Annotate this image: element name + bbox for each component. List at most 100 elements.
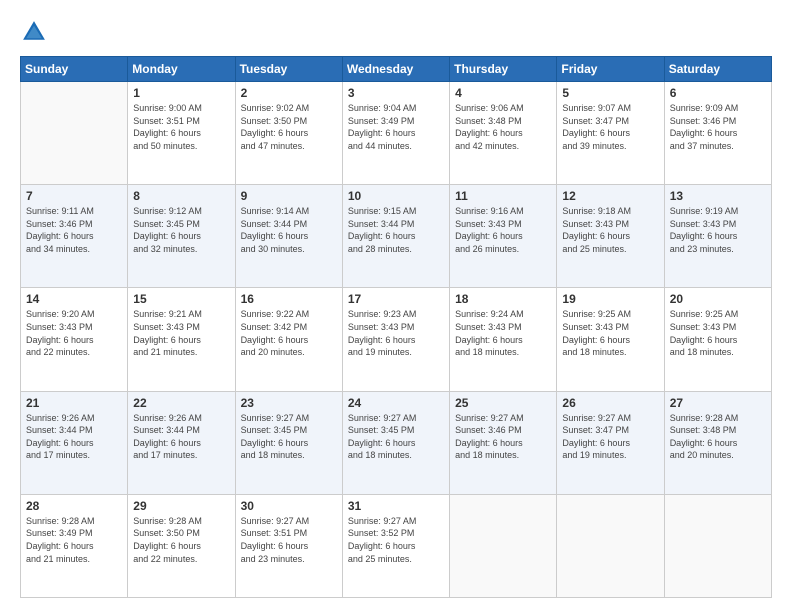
day-info: Sunrise: 9:25 AM Sunset: 3:43 PM Dayligh… [670, 308, 766, 358]
calendar-week-row: 14Sunrise: 9:20 AM Sunset: 3:43 PM Dayli… [21, 288, 772, 391]
day-number: 2 [241, 86, 337, 100]
calendar-cell: 17 Sunrise: 9:23 AM Sunset: 3:43 PM Dayli… [342, 288, 449, 391]
weekday-header-monday: Monday [128, 57, 235, 82]
calendar-cell [664, 494, 771, 597]
calendar-cell: 12 Sunrise: 9:18 AM Sunset: 3:43 PM Dayli… [557, 185, 664, 288]
day-number: 24 [348, 396, 444, 410]
calendar-cell: 26 Sunrise: 9:27 AM Sunset: 3:47 PM Dayli… [557, 391, 664, 494]
day-number: 1 [133, 86, 229, 100]
day-number: 17 [348, 292, 444, 306]
page: SundayMondayTuesdayWednesdayThursdayFrid… [0, 0, 792, 612]
day-info: Sunrise: 9:04 AM Sunset: 3:49 PM Dayligh… [348, 102, 444, 152]
calendar-cell [450, 494, 557, 597]
calendar-cell: 30 Sunrise: 9:27 AM Sunset: 3:51 PM Dayli… [235, 494, 342, 597]
day-number: 26 [562, 396, 658, 410]
day-info: Sunrise: 9:18 AM Sunset: 3:43 PM Dayligh… [562, 205, 658, 255]
calendar-cell: 27Sunrise: 9:28 AM Sunset: 3:48 PM Dayli… [664, 391, 771, 494]
day-info: Sunrise: 9:06 AM Sunset: 3:48 PM Dayligh… [455, 102, 551, 152]
day-info: Sunrise: 9:22 AM Sunset: 3:42 PM Dayligh… [241, 308, 337, 358]
day-number: 18 [455, 292, 551, 306]
day-number: 23 [241, 396, 337, 410]
calendar-cell: 31 Sunrise: 9:27 AM Sunset: 3:52 PM Dayli… [342, 494, 449, 597]
day-info: Sunrise: 9:23 AM Sunset: 3:43 PM Dayligh… [348, 308, 444, 358]
calendar-cell: 28Sunrise: 9:28 AM Sunset: 3:49 PM Dayli… [21, 494, 128, 597]
day-number: 21 [26, 396, 122, 410]
day-info: Sunrise: 9:21 AM Sunset: 3:43 PM Dayligh… [133, 308, 229, 358]
day-number: 15 [133, 292, 229, 306]
calendar-cell: 7 Sunrise: 9:11 AM Sunset: 3:46 PM Daylig… [21, 185, 128, 288]
calendar-cell: 14Sunrise: 9:20 AM Sunset: 3:43 PM Dayli… [21, 288, 128, 391]
calendar-cell: 15 Sunrise: 9:21 AM Sunset: 3:43 PM Dayli… [128, 288, 235, 391]
day-number: 6 [670, 86, 766, 100]
day-number: 3 [348, 86, 444, 100]
day-number: 5 [562, 86, 658, 100]
weekday-header-saturday: Saturday [664, 57, 771, 82]
calendar-cell: 5Sunrise: 9:07 AM Sunset: 3:47 PM Daylig… [557, 82, 664, 185]
day-info: Sunrise: 9:15 AM Sunset: 3:44 PM Dayligh… [348, 205, 444, 255]
calendar-table: SundayMondayTuesdayWednesdayThursdayFrid… [20, 56, 772, 598]
weekday-header-wednesday: Wednesday [342, 57, 449, 82]
day-number: 20 [670, 292, 766, 306]
calendar-cell [557, 494, 664, 597]
weekday-header-friday: Friday [557, 57, 664, 82]
logo-icon [20, 18, 48, 46]
day-number: 8 [133, 189, 229, 203]
calendar-cell: 1 Sunrise: 9:00 AM Sunset: 3:51 PM Daylig… [128, 82, 235, 185]
calendar-week-row: 21 Sunrise: 9:26 AM Sunset: 3:44 PM Dayli… [21, 391, 772, 494]
calendar-cell: 9Sunrise: 9:14 AM Sunset: 3:44 PM Daylig… [235, 185, 342, 288]
day-info: Sunrise: 9:24 AM Sunset: 3:43 PM Dayligh… [455, 308, 551, 358]
day-number: 10 [348, 189, 444, 203]
day-number: 13 [670, 189, 766, 203]
calendar-cell: 18 Sunrise: 9:24 AM Sunset: 3:43 PM Dayli… [450, 288, 557, 391]
day-number: 31 [348, 499, 444, 513]
day-info: Sunrise: 9:27 AM Sunset: 3:45 PM Dayligh… [241, 412, 337, 462]
calendar-cell: 2 Sunrise: 9:02 AM Sunset: 3:50 PM Daylig… [235, 82, 342, 185]
weekday-header-thursday: Thursday [450, 57, 557, 82]
calendar-cell: 10 Sunrise: 9:15 AM Sunset: 3:44 PM Dayli… [342, 185, 449, 288]
calendar-cell: 3 Sunrise: 9:04 AM Sunset: 3:49 PM Daylig… [342, 82, 449, 185]
day-info: Sunrise: 9:09 AM Sunset: 3:46 PM Dayligh… [670, 102, 766, 152]
weekday-header-row: SundayMondayTuesdayWednesdayThursdayFrid… [21, 57, 772, 82]
logo [20, 18, 52, 46]
calendar-cell: 24Sunrise: 9:27 AM Sunset: 3:45 PM Dayli… [342, 391, 449, 494]
day-info: Sunrise: 9:14 AM Sunset: 3:44 PM Dayligh… [241, 205, 337, 255]
weekday-header-tuesday: Tuesday [235, 57, 342, 82]
day-number: 30 [241, 499, 337, 513]
calendar-week-row: 28Sunrise: 9:28 AM Sunset: 3:49 PM Dayli… [21, 494, 772, 597]
day-number: 4 [455, 86, 551, 100]
day-info: Sunrise: 9:16 AM Sunset: 3:43 PM Dayligh… [455, 205, 551, 255]
day-info: Sunrise: 9:19 AM Sunset: 3:43 PM Dayligh… [670, 205, 766, 255]
day-number: 12 [562, 189, 658, 203]
day-number: 11 [455, 189, 551, 203]
day-number: 22 [133, 396, 229, 410]
day-info: Sunrise: 9:27 AM Sunset: 3:47 PM Dayligh… [562, 412, 658, 462]
day-info: Sunrise: 9:02 AM Sunset: 3:50 PM Dayligh… [241, 102, 337, 152]
calendar-cell: 29Sunrise: 9:28 AM Sunset: 3:50 PM Dayli… [128, 494, 235, 597]
calendar-cell: 19Sunrise: 9:25 AM Sunset: 3:43 PM Dayli… [557, 288, 664, 391]
weekday-header-sunday: Sunday [21, 57, 128, 82]
calendar-cell: 4 Sunrise: 9:06 AM Sunset: 3:48 PM Daylig… [450, 82, 557, 185]
day-number: 29 [133, 499, 229, 513]
day-info: Sunrise: 9:26 AM Sunset: 3:44 PM Dayligh… [133, 412, 229, 462]
calendar-cell: 22 Sunrise: 9:26 AM Sunset: 3:44 PM Dayli… [128, 391, 235, 494]
header [20, 18, 772, 46]
day-info: Sunrise: 9:28 AM Sunset: 3:49 PM Dayligh… [26, 515, 122, 565]
day-info: Sunrise: 9:00 AM Sunset: 3:51 PM Dayligh… [133, 102, 229, 152]
calendar-cell: 11 Sunrise: 9:16 AM Sunset: 3:43 PM Dayli… [450, 185, 557, 288]
calendar-cell [21, 82, 128, 185]
day-info: Sunrise: 9:12 AM Sunset: 3:45 PM Dayligh… [133, 205, 229, 255]
calendar-cell: 21 Sunrise: 9:26 AM Sunset: 3:44 PM Dayli… [21, 391, 128, 494]
day-info: Sunrise: 9:20 AM Sunset: 3:43 PM Dayligh… [26, 308, 122, 358]
calendar-cell: 25Sunrise: 9:27 AM Sunset: 3:46 PM Dayli… [450, 391, 557, 494]
calendar-cell: 20 Sunrise: 9:25 AM Sunset: 3:43 PM Dayli… [664, 288, 771, 391]
day-info: Sunrise: 9:11 AM Sunset: 3:46 PM Dayligh… [26, 205, 122, 255]
day-info: Sunrise: 9:25 AM Sunset: 3:43 PM Dayligh… [562, 308, 658, 358]
calendar-cell: 13 Sunrise: 9:19 AM Sunset: 3:43 PM Dayli… [664, 185, 771, 288]
day-number: 7 [26, 189, 122, 203]
day-info: Sunrise: 9:26 AM Sunset: 3:44 PM Dayligh… [26, 412, 122, 462]
calendar-cell: 8 Sunrise: 9:12 AM Sunset: 3:45 PM Daylig… [128, 185, 235, 288]
day-info: Sunrise: 9:27 AM Sunset: 3:52 PM Dayligh… [348, 515, 444, 565]
calendar-cell: 6 Sunrise: 9:09 AM Sunset: 3:46 PM Daylig… [664, 82, 771, 185]
day-number: 25 [455, 396, 551, 410]
day-info: Sunrise: 9:27 AM Sunset: 3:51 PM Dayligh… [241, 515, 337, 565]
